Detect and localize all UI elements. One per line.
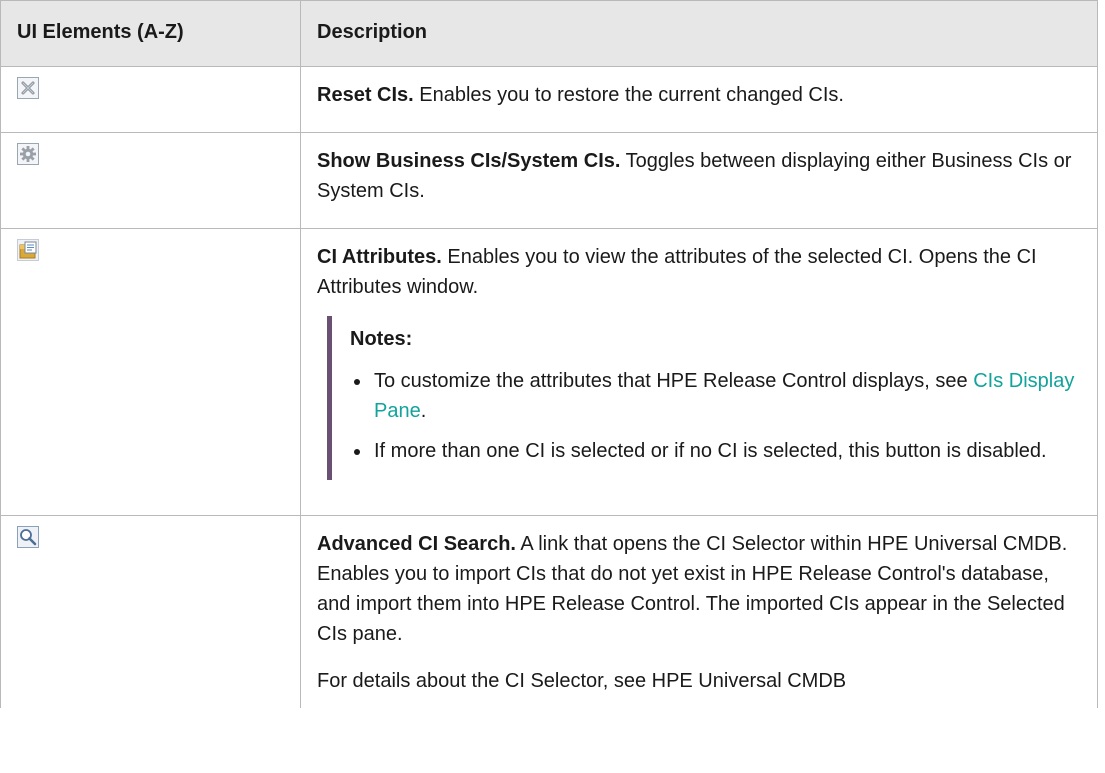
table-row: Advanced CI Search. A link that opens th…: [0, 515, 1098, 708]
table-header-row: UI Elements (A-Z) Description: [0, 0, 1098, 67]
gear-icon[interactable]: [17, 143, 39, 165]
description-cell: Reset CIs. Enables you to restore the cu…: [300, 66, 1098, 133]
table-row: Show Business CIs/System CIs. Toggles be…: [0, 132, 1098, 229]
list-item: To customize the attributes that HPE Rel…: [350, 366, 1081, 426]
ui-elements-table: UI Elements (A-Z) Description Reset CIs.…: [0, 0, 1098, 708]
element-title: Show Business CIs/System CIs.: [317, 150, 621, 172]
description-text: Show Business CIs/System CIs. Toggles be…: [317, 150, 1072, 202]
description-cell: Advanced CI Search. A link that opens th…: [300, 515, 1098, 708]
description-text: CI Attributes. Enables you to view the a…: [317, 246, 1037, 298]
ui-element-cell: [0, 515, 301, 708]
table-row: CI Attributes. Enables you to view the a…: [0, 228, 1098, 516]
column-header-ui-elements: UI Elements (A-Z): [0, 0, 301, 67]
description-text: Reset CIs. Enables you to restore the cu…: [317, 84, 844, 106]
ui-element-cell: [0, 66, 301, 133]
element-title: Advanced CI Search.: [317, 533, 516, 555]
table-row: Reset CIs. Enables you to restore the cu…: [0, 66, 1098, 133]
description-cell: CI Attributes. Enables you to view the a…: [300, 228, 1098, 516]
column-header-description: Description: [300, 0, 1098, 67]
ui-element-cell: [0, 132, 301, 229]
element-title: Reset CIs.: [317, 84, 414, 106]
ui-element-cell: [0, 228, 301, 516]
list-item: If more than one CI is selected or if no…: [350, 436, 1081, 466]
description-text: Advanced CI Search. A link that opens th…: [317, 533, 1068, 645]
notes-list: To customize the attributes that HPE Rel…: [350, 366, 1081, 466]
element-title: CI Attributes.: [317, 246, 442, 268]
notes-title: Notes:: [350, 328, 413, 350]
notes-block: Notes: To customize the attributes that …: [327, 316, 1081, 480]
description-cell: Show Business CIs/System CIs. Toggles be…: [300, 132, 1098, 229]
reset-x-icon[interactable]: [17, 77, 39, 99]
description-text-continued: For details about the CI Selector, see H…: [317, 670, 847, 692]
ci-attributes-icon[interactable]: [17, 239, 39, 261]
magnifier-icon[interactable]: [17, 526, 39, 548]
